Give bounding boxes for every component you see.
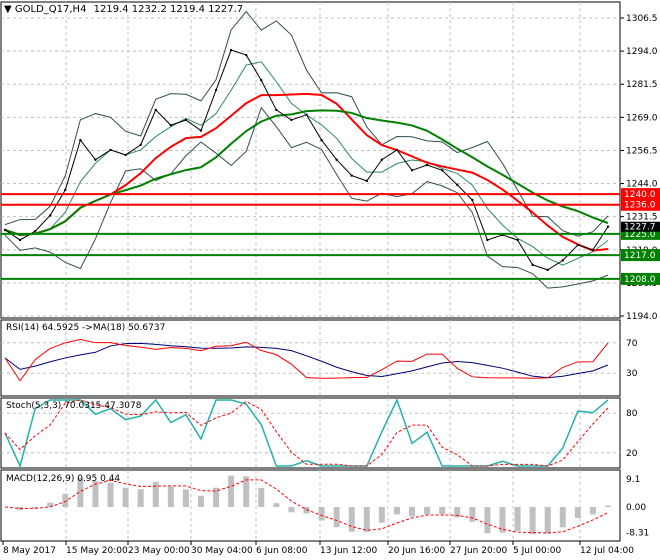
price-point	[64, 188, 67, 192]
level-label: 1208.0	[624, 275, 656, 285]
y-tick-label: 1269.0	[626, 113, 658, 123]
level-label: 1240.0	[624, 190, 656, 200]
current-price-label: 1227.7	[624, 223, 656, 233]
price-point	[320, 138, 323, 142]
price-point	[380, 158, 384, 161]
stoch-level-label: 80	[626, 409, 638, 419]
price-point	[18, 238, 22, 242]
macd-level-label: 9.1	[626, 475, 640, 485]
x-tick-label: 5 Jul 00:00	[513, 546, 562, 556]
price-point	[531, 263, 534, 267]
x-tick-label: 15 May 20:00	[66, 546, 128, 556]
price-point	[471, 198, 474, 202]
price-point	[591, 248, 595, 251]
y-tick-label: 1194.0	[626, 312, 658, 322]
x-tick-label: 12 Jul 04:00	[580, 546, 634, 556]
bollinger-lower	[4, 106, 609, 289]
macd-level-label: -8.31	[626, 529, 649, 539]
y-tick-label: 1294.0	[626, 47, 658, 57]
rsi-level-label: 30	[626, 369, 638, 379]
price-point	[576, 243, 580, 247]
price-point	[456, 183, 459, 187]
rsi-level-label: 70	[626, 339, 638, 349]
x-tick-label: 30 May 04:00	[191, 546, 253, 556]
price-point	[395, 148, 399, 152]
chart-window[interactable]: 8 May 2017 15 May 20:00 23 May 00:00 30 May…	[0, 0, 660, 560]
price-point	[260, 79, 263, 82]
level-label: 1236.0	[624, 201, 656, 211]
x-tick-label: 6 Jun 08:00	[256, 546, 308, 556]
rsi-ma-line	[4, 342, 609, 379]
price-point	[184, 118, 188, 122]
price-point	[305, 113, 308, 116]
x-tick-label: 27 Jun 20:00	[450, 546, 507, 556]
y-tick-label: 1256.5	[626, 146, 658, 156]
price-point	[109, 148, 112, 152]
price-point	[425, 163, 429, 167]
price-point	[486, 238, 489, 242]
price-point	[410, 169, 414, 172]
price-point	[3, 228, 7, 232]
collapse-triangle-icon[interactable]: ▼	[4, 4, 12, 15]
price-point	[606, 225, 610, 228]
price-point	[49, 214, 52, 217]
stoch-label: Stoch(5,3,3) 70.0315 47.3078	[6, 401, 142, 411]
price-point	[245, 53, 248, 57]
stoch-level-label: 20	[626, 449, 638, 459]
y-tick-label: 1244.0	[626, 180, 658, 190]
macd-level-label: 0.00	[626, 503, 646, 513]
price-point	[365, 179, 368, 183]
price-point	[290, 118, 293, 122]
x-tick-label: 23 May 00:00	[128, 546, 190, 556]
chart-header: ▼ GOLD_Q17,H4 1219.4 1232.2 1219.4 1227.…	[4, 4, 244, 15]
level-label: 1217.0	[624, 251, 656, 261]
price-point	[440, 169, 444, 172]
rsi-label: RSI(14) 64.5925 ->MA(18) 50.6737	[6, 323, 166, 333]
x-tick-label: 20 Jun 16:00	[388, 546, 445, 556]
price-point	[275, 108, 278, 112]
price-point	[79, 138, 82, 142]
price-point	[124, 153, 127, 157]
panel-frame-0	[0, 1, 621, 319]
y-tick-label: 1231.5	[626, 213, 658, 223]
y-tick-label: 1281.5	[626, 80, 658, 90]
price-point	[546, 268, 549, 272]
price-point	[516, 238, 519, 242]
x-tick-label: 8 May 2017	[3, 546, 56, 556]
bollinger-upper	[4, 10, 609, 237]
price-point	[229, 48, 233, 52]
symbol-label: GOLD_Q17,H4	[14, 4, 87, 15]
price-point	[199, 129, 203, 132]
price-point	[335, 158, 338, 161]
ohlc-values: 1219.4 1232.2 1219.4 1227.7	[93, 4, 244, 15]
price-point	[169, 124, 173, 127]
macd-label: MACD(12,26,9) 0.95 0.44	[6, 474, 121, 484]
x-tick-label: 13 Jun 12:00	[320, 546, 377, 556]
price-point	[33, 230, 37, 233]
price-point	[214, 88, 218, 92]
price-point	[139, 143, 142, 147]
price-point	[350, 174, 353, 177]
price-point	[154, 108, 157, 112]
price-point	[561, 259, 564, 262]
y-tick-label: 1306.5	[626, 14, 658, 24]
price-point	[94, 158, 97, 161]
rsi-line	[4, 338, 609, 382]
